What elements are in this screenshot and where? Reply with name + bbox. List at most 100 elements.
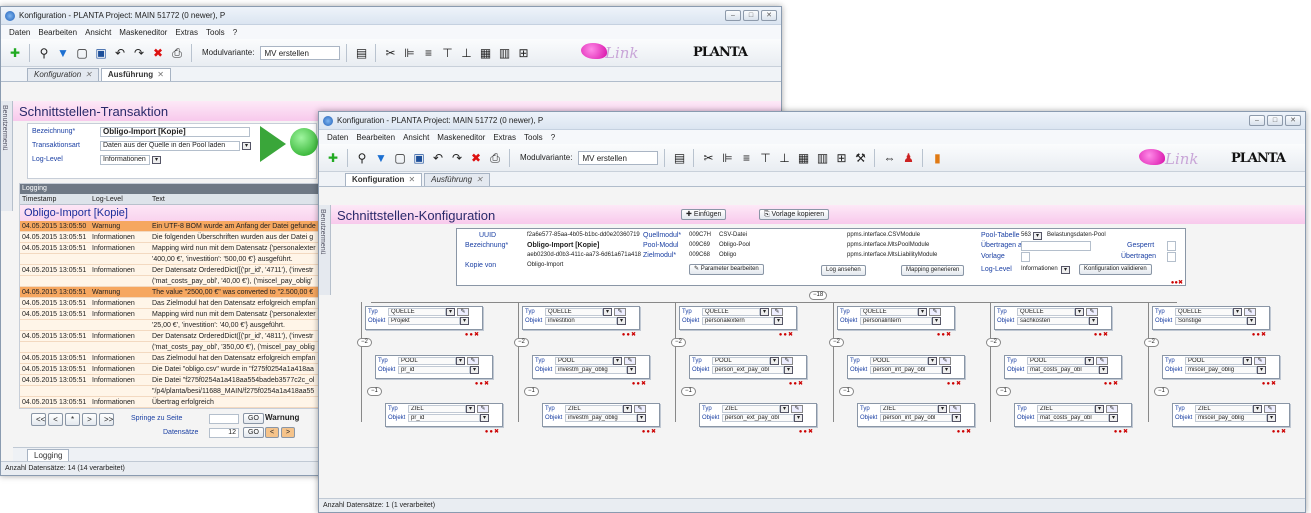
maximize-button[interactable]: □ <box>1267 115 1283 126</box>
count-badge[interactable]: −1 <box>681 387 696 396</box>
loglevel-select[interactable]: Informationen <box>100 155 150 165</box>
count-badge[interactable]: −1 <box>839 387 854 396</box>
chevron-down-icon[interactable]: ▾ <box>1075 307 1084 316</box>
tab-konfiguration[interactable]: Konfiguration ✕ <box>27 68 99 81</box>
count-badge[interactable]: −1 <box>524 387 539 396</box>
mapping-node-personalextern[interactable]: Typ QUELLE ▾ ✎ Objekt personalextern ▾ ●●✖ <box>679 306 797 338</box>
chevron-down-icon[interactable]: ▾ <box>480 413 489 422</box>
springe-input[interactable] <box>209 414 239 424</box>
gesperrt-checkbox[interactable] <box>1167 241 1176 251</box>
objekt-select[interactable]: personalextern <box>702 316 774 325</box>
count-badge[interactable]: −1 <box>1154 387 1169 396</box>
sidebar-benutzermenu[interactable]: Benutzermenü <box>1 101 13 211</box>
typ-select[interactable]: QUELLE <box>860 307 918 316</box>
close-tab-icon[interactable]: ✕ <box>157 70 164 79</box>
mapping-node-person_int_pay_obl[interactable]: Typ POOL ▾ ✎ Objekt person_int_pay_obl ▾ ●●✖ <box>847 355 965 387</box>
chevron-down-icon[interactable]: ▾ <box>932 316 941 325</box>
cut-icon[interactable]: ✂ <box>382 45 398 61</box>
minimize-button[interactable]: – <box>1249 115 1265 126</box>
window-icon[interactable]: ▤ <box>353 45 369 61</box>
cut-icon[interactable]: ✂ <box>700 150 716 166</box>
chevron-down-icon[interactable]: ▾ <box>1061 266 1070 274</box>
chevron-down-icon[interactable]: ▾ <box>1089 316 1098 325</box>
edit-icon[interactable]: ✎ <box>1244 307 1256 316</box>
align-top-icon[interactable]: ⊤ <box>439 45 455 61</box>
close-tab-icon[interactable]: ✕ <box>408 175 415 184</box>
mapping-node-miscel_pay_oblig[interactable]: Typ ZIEL ▾ ✎ Objekt miscel_pay_oblig ▾ ●●✖ <box>1172 403 1290 435</box>
node-actions-icon[interactable]: ●●✖ <box>799 428 814 435</box>
chevron-down-icon[interactable]: ▾ <box>456 356 465 365</box>
mapping-node-Projekt[interactable]: Typ QUELLE ▾ ✎ Objekt Projekt ▾ ●●✖ <box>365 306 483 338</box>
grid-icon[interactable]: ▦ <box>795 150 811 166</box>
menu-item[interactable]: Extras <box>175 28 198 37</box>
typ-select[interactable]: POOL <box>398 356 456 365</box>
undo-icon[interactable]: ↶ <box>430 150 446 166</box>
chevron-down-icon[interactable]: ▾ <box>938 404 947 413</box>
typ-select[interactable]: QUELLE <box>388 307 446 316</box>
print-icon[interactable]: ⎙ <box>169 45 185 61</box>
chevron-down-icon[interactable]: ▾ <box>928 356 937 365</box>
einfuegen-button[interactable]: ✚ Einfügen <box>681 209 727 220</box>
chevron-down-icon[interactable]: ▾ <box>152 156 161 164</box>
node-actions-icon[interactable]: ●●✖ <box>1252 331 1267 338</box>
menu-item[interactable]: Tools <box>524 133 543 142</box>
konfiguration-validieren-button[interactable]: Konfiguration validieren <box>1079 264 1152 275</box>
edit-icon[interactable]: ✎ <box>1106 404 1118 413</box>
align-top-icon[interactable]: ⊤ <box>757 150 773 166</box>
node-actions-icon[interactable]: ●●✖ <box>465 331 480 338</box>
add-icon[interactable]: ✚ <box>325 150 341 166</box>
close-button[interactable]: ✕ <box>761 10 777 21</box>
minimize-button[interactable]: – <box>725 10 741 21</box>
node-actions-icon[interactable]: ●●✖ <box>1104 380 1119 387</box>
menu-item[interactable]: Tools <box>206 28 225 37</box>
chevron-down-icon[interactable]: ▾ <box>627 365 636 374</box>
parameter-bearbeiten-button[interactable]: ✎ Parameter bearbeiten <box>689 264 764 275</box>
menu-item[interactable]: Ansicht <box>403 133 429 142</box>
document-icon[interactable]: ▢ <box>392 150 408 166</box>
uebertragen-checkbox[interactable] <box>1167 252 1176 262</box>
go-button-2[interactable]: GO <box>243 427 264 438</box>
node-actions-icon[interactable]: ●●✖ <box>937 331 952 338</box>
uebertragen-am-input[interactable] <box>1021 241 1091 251</box>
add-icon[interactable]: ✚ <box>7 45 23 61</box>
next-warning-button[interactable]: > <box>281 427 296 438</box>
menu-item[interactable]: Maskeneditor <box>119 28 167 37</box>
align-bottom-icon[interactable]: ⊥ <box>776 150 792 166</box>
chevron-down-icon[interactable]: ▾ <box>242 142 251 150</box>
typ-select[interactable]: POOL <box>1185 356 1243 365</box>
mapping-node-person_ext_pay_obl[interactable]: Typ ZIEL ▾ ✎ Objekt person_ext_pay_obl ▾ ●●✖ <box>699 403 817 435</box>
play-icon[interactable] <box>260 126 286 162</box>
edit-icon[interactable]: ✎ <box>1096 356 1108 365</box>
typ-select[interactable]: POOL <box>555 356 613 365</box>
mapping-node-investm_pay_oblig[interactable]: Typ ZIEL ▾ ✎ Objekt investm_pay_oblig ▾ ●●✖ <box>542 403 660 435</box>
chevron-down-icon[interactable]: ▾ <box>1247 316 1256 325</box>
menu-item[interactable]: Ansicht <box>85 28 111 37</box>
close-button[interactable]: ✕ <box>1285 115 1301 126</box>
objekt-select[interactable]: mat_costs_pay_obl <box>1037 413 1109 422</box>
objekt-select[interactable]: sachkosten <box>1017 316 1089 325</box>
menu-item[interactable]: ? <box>233 28 237 37</box>
tab-ausfuehrung[interactable]: Ausführung ✕ <box>424 173 490 186</box>
objekt-select[interactable]: Sonstige <box>1175 316 1247 325</box>
node-actions-icon[interactable]: ●●✖ <box>1114 428 1129 435</box>
chevron-down-icon[interactable]: ▾ <box>770 356 779 365</box>
filter-icon[interactable]: ▼ <box>373 150 389 166</box>
count-badge[interactable]: −2 <box>357 338 372 347</box>
chart-icon[interactable]: ▮ <box>929 150 945 166</box>
chevron-down-icon[interactable]: ▾ <box>760 307 769 316</box>
objekt-select[interactable]: personalintern <box>860 316 932 325</box>
chevron-down-icon[interactable]: ▾ <box>794 413 803 422</box>
chevron-down-icon[interactable]: ▾ <box>1243 356 1252 365</box>
objekt-select[interactable]: investm_pay_oblig <box>555 365 627 374</box>
node-actions-icon[interactable]: ●●✖ <box>947 380 962 387</box>
objekt-select[interactable]: person_ext_pay_obl <box>722 413 794 422</box>
chevron-down-icon[interactable]: ▾ <box>942 365 951 374</box>
binoculars-icon[interactable]: ⚲ <box>36 45 52 61</box>
objekt-select[interactable]: pr_id <box>408 413 480 422</box>
align-left-icon[interactable]: ⊫ <box>719 150 735 166</box>
align-bottom-icon[interactable]: ⊥ <box>458 45 474 61</box>
edit-icon[interactable]: ✎ <box>477 404 489 413</box>
chevron-down-icon[interactable]: ▾ <box>470 365 479 374</box>
objekt-select[interactable]: mat_costs_pay_obl <box>1027 365 1099 374</box>
mapping-node-mat_costs_pay_obl[interactable]: Typ POOL ▾ ✎ Objekt mat_costs_pay_obl ▾ ●●✖ <box>1004 355 1122 387</box>
